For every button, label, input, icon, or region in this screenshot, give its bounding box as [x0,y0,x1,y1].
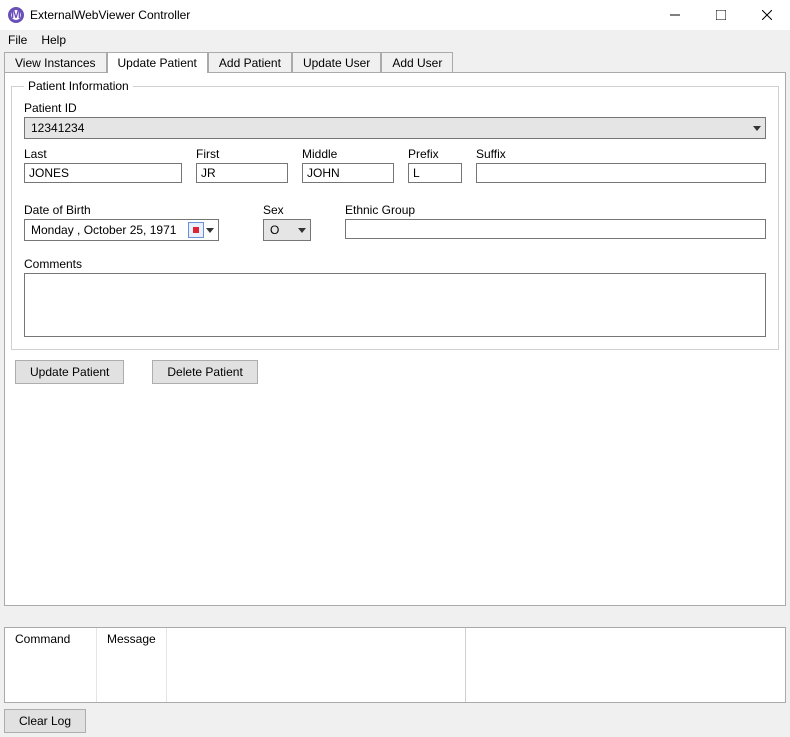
patient-id-value: 12341234 [31,121,84,135]
tab-update-user[interactable]: Update User [292,52,381,73]
tab-add-patient[interactable]: Add Patient [208,52,292,73]
log-divider[interactable] [465,628,466,702]
log-pane: Command Message [4,627,786,703]
dob-value: Monday , October 25, 1971 [31,223,176,237]
tab-update-patient[interactable]: Update Patient [107,52,208,73]
chevron-down-icon [206,228,214,233]
label-patient-id: Patient ID [24,101,766,115]
label-prefix: Prefix [408,147,462,161]
log-col-message: Message [97,628,167,702]
close-button[interactable] [744,0,790,30]
label-sex: Sex [263,203,311,217]
dob-datepicker[interactable]: Monday , October 25, 1971 [24,219,219,241]
app-icon: M [8,7,24,23]
label-first: First [196,147,288,161]
patient-information-group: Patient Information Patient ID 12341234 … [11,79,779,350]
middle-input[interactable] [302,163,394,183]
menu-bar: File Help [0,30,790,50]
tab-strip: View Instances Update Patient Add Patien… [0,50,790,72]
patient-id-combo[interactable]: 12341234 [24,117,766,139]
label-dob: Date of Birth [24,203,219,217]
window-title: ExternalWebViewer Controller [30,8,652,22]
suffix-input[interactable] [476,163,766,183]
label-comments: Comments [24,257,766,271]
sex-select[interactable]: O [263,219,311,241]
group-legend: Patient Information [24,79,133,93]
calendar-icon [188,222,204,238]
tab-view-instances[interactable]: View Instances [4,52,107,73]
tab-add-user[interactable]: Add User [381,52,453,73]
tab-page-update-patient: Patient Information Patient ID 12341234 … [4,72,786,606]
comments-textarea[interactable] [24,273,766,337]
sex-value: O [270,223,279,237]
maximize-button[interactable] [698,0,744,30]
svg-text:M: M [11,9,21,21]
chevron-down-icon [753,126,761,131]
label-last: Last [24,147,182,161]
chevron-down-icon [298,228,306,233]
label-ethnic: Ethnic Group [345,203,766,217]
clear-log-button[interactable]: Clear Log [4,709,86,733]
last-input[interactable] [24,163,182,183]
prefix-input[interactable] [408,163,462,183]
ethnic-input[interactable] [345,219,766,239]
delete-patient-button[interactable]: Delete Patient [152,360,257,384]
first-input[interactable] [196,163,288,183]
log-col-command: Command [5,628,97,702]
minimize-button[interactable] [652,0,698,30]
title-bar: M ExternalWebViewer Controller [0,0,790,30]
label-middle: Middle [302,147,394,161]
menu-file[interactable]: File [8,33,27,47]
update-patient-button[interactable]: Update Patient [15,360,124,384]
menu-help[interactable]: Help [41,33,66,47]
label-suffix: Suffix [476,147,766,161]
